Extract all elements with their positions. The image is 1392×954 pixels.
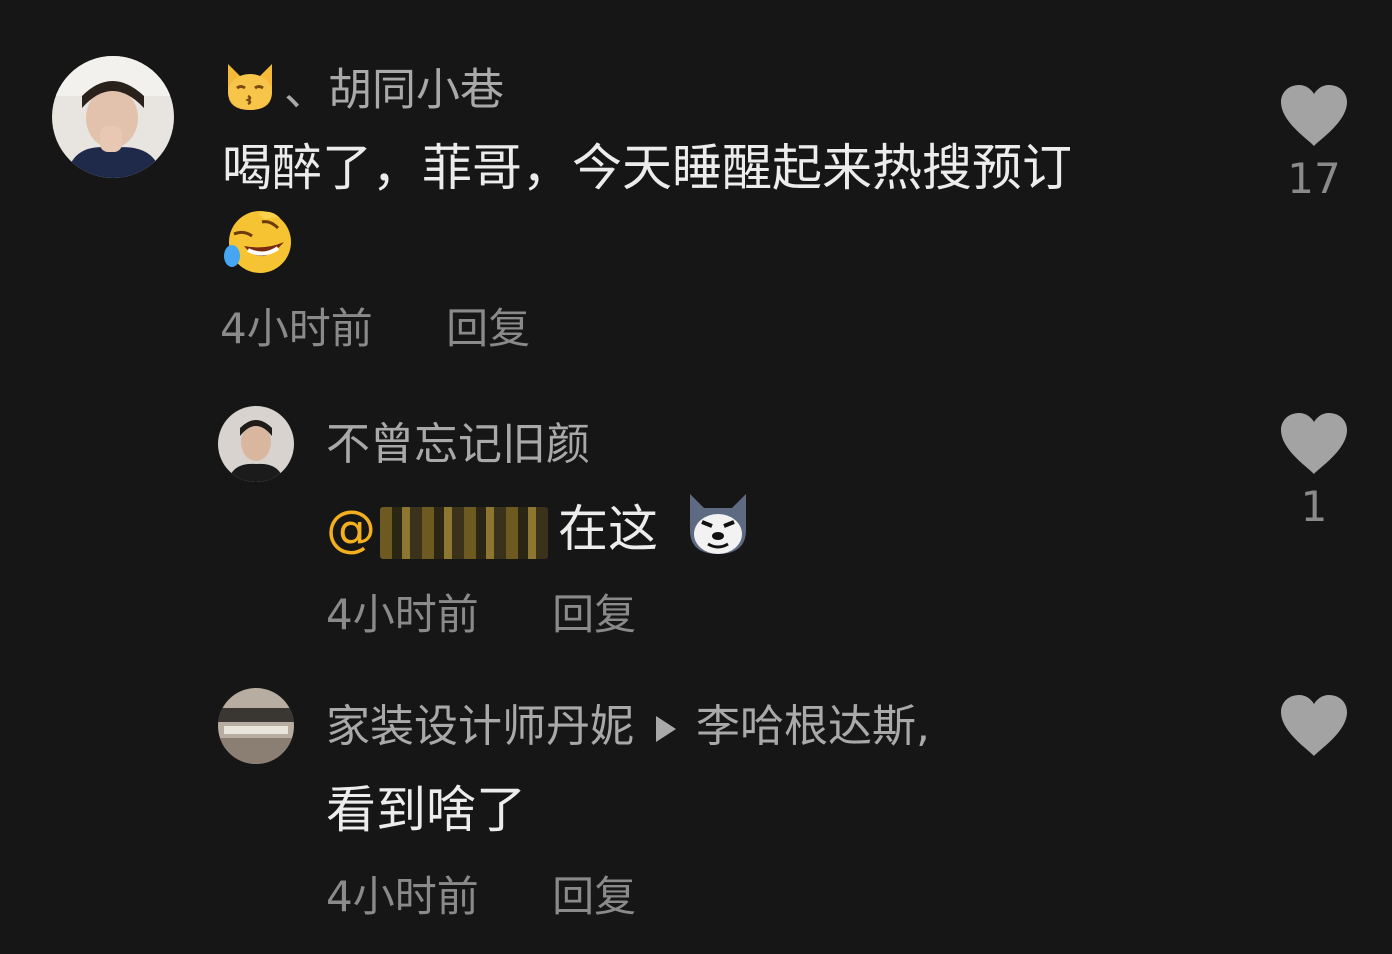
- heart-icon: [1281, 85, 1347, 146]
- reply-item: 不曾忘记旧颜 @ 在这 4小时前 回复 1: [0, 380, 1392, 666]
- like-count: 17: [1287, 154, 1341, 203]
- comment-item: 、胡同小巷 喝醉了，菲哥，今天睡醒起来热搜预订 4小时前 回复 17: [0, 0, 1392, 380]
- reply-to-user[interactable]: 李哈根达斯,: [696, 701, 930, 752]
- avatar[interactable]: [218, 688, 294, 764]
- comment-meta: 4小时前 回复: [326, 588, 636, 642]
- rolling-laughing-emoji: [222, 206, 298, 274]
- comment-text: @ 在这: [326, 490, 754, 575]
- husky-dog-emoji: [682, 490, 754, 575]
- username[interactable]: 、胡同小巷: [222, 58, 504, 127]
- like-button[interactable]: 17: [1274, 84, 1354, 204]
- username[interactable]: 家装设计师丹妮 李哈根达斯,: [326, 700, 930, 754]
- avatar[interactable]: [218, 406, 294, 482]
- heart-icon: [1281, 413, 1347, 474]
- username[interactable]: 不曾忘记旧颜: [326, 418, 590, 472]
- like-count: 1: [1300, 482, 1328, 531]
- redacted-name: [380, 506, 548, 559]
- comment-text: 喝醉了，菲哥，今天睡醒起来热搜预订: [222, 139, 1072, 197]
- comment-meta: 4小时前 回复: [326, 870, 636, 924]
- reply-item: 家装设计师丹妮 李哈根达斯, 看到啥了 4小时前 回复: [0, 666, 1392, 954]
- comment-meta: 4小时前 回复: [220, 302, 530, 356]
- timestamp: 4小时前: [326, 590, 479, 639]
- kissing-cat-emoji: [222, 58, 278, 127]
- mention[interactable]: @: [326, 500, 558, 559]
- like-button[interactable]: [1274, 694, 1354, 764]
- reply-arrow-icon: [656, 716, 676, 742]
- timestamp: 4小时前: [220, 304, 373, 353]
- reply-button[interactable]: 回复: [552, 872, 636, 921]
- like-button[interactable]: 1: [1274, 412, 1354, 532]
- reply-button[interactable]: 回复: [552, 590, 636, 639]
- comment-text: 看到啥了: [326, 781, 526, 839]
- avatar[interactable]: [52, 56, 174, 178]
- heart-icon: [1281, 695, 1347, 756]
- reply-button[interactable]: 回复: [446, 304, 530, 353]
- timestamp: 4小时前: [326, 872, 479, 921]
